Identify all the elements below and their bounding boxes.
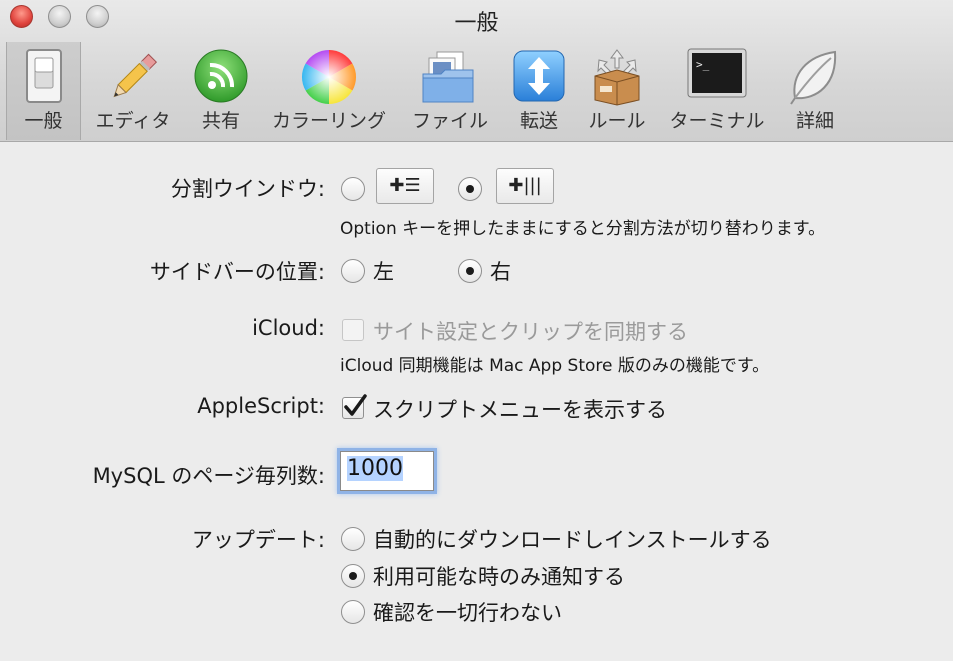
update-notify-only-radio[interactable] bbox=[341, 564, 365, 588]
split-window-note: Option キーを押したままにすると分割方法が切り替わります。 bbox=[340, 219, 826, 239]
icloud-note: iCloud 同期機能は Mac App Store 版のみの機能です。 bbox=[340, 356, 770, 376]
sidebar-position-label: サイドバーの位置: bbox=[149, 260, 325, 284]
checkmark-icon bbox=[344, 394, 367, 416]
rules-box-icon bbox=[594, 49, 640, 106]
update-notify-only-label: 利用可能な時のみ通知する bbox=[373, 565, 625, 589]
switch-icon bbox=[25, 49, 62, 103]
split-horizontal-button[interactable]: ✚☰ bbox=[376, 168, 434, 204]
update-never-check-label: 確認を一切行わない bbox=[373, 601, 562, 625]
mysql-rows-label: MySQL のページ毎列数: bbox=[92, 464, 325, 488]
transfer-icon bbox=[513, 50, 565, 102]
toolbar-item-general[interactable]: 一般 bbox=[6, 42, 81, 140]
applescript-menu-label: スクリプトメニューを表示する bbox=[373, 398, 667, 422]
toolbar-item-label: 詳細 bbox=[795, 110, 834, 132]
toolbar-item-label: 一般 bbox=[24, 110, 63, 132]
files-icon bbox=[422, 51, 474, 103]
window-toolbar: 一般 一般 エディタ 共有 カラーリング ファイル 転送 ルール >_ ターミナ… bbox=[0, 0, 953, 142]
icloud-sync-label: サイト設定とクリップを同期する bbox=[373, 320, 688, 344]
toolbar-item-files[interactable]: ファイル bbox=[406, 42, 494, 140]
icloud-sync-checkbox[interactable] bbox=[342, 319, 364, 341]
sharing-icon bbox=[194, 49, 248, 103]
icloud-label: iCloud: bbox=[252, 316, 325, 340]
update-never-check-radio[interactable] bbox=[341, 600, 365, 624]
applescript-label: AppleScript: bbox=[197, 394, 325, 418]
split-vertical-radio[interactable] bbox=[458, 177, 482, 201]
split-window-label: 分割ウインドウ: bbox=[170, 177, 325, 201]
toolbar-item-label: 転送 bbox=[519, 110, 558, 132]
sidebar-right-label: 右 bbox=[490, 260, 511, 284]
update-label: アップデート: bbox=[191, 528, 325, 552]
sidebar-left-label: 左 bbox=[373, 260, 394, 284]
color-wheel-icon bbox=[301, 49, 357, 105]
terminal-icon: >_ bbox=[687, 48, 747, 98]
toolbar-item-label: カラーリング bbox=[271, 110, 386, 132]
toolbar-item-rules[interactable]: ルール bbox=[580, 42, 654, 140]
toolbar-item-advanced[interactable]: 詳細 bbox=[782, 42, 848, 140]
applescript-menu-checkbox[interactable] bbox=[342, 394, 367, 419]
sidebar-left-radio[interactable] bbox=[341, 259, 365, 283]
toolbar-item-label: 共有 bbox=[201, 110, 240, 132]
toolbar-item-label: ファイル bbox=[411, 110, 488, 132]
sidebar-right-radio[interactable] bbox=[458, 259, 482, 283]
update-auto-install-radio[interactable] bbox=[341, 527, 365, 551]
pencil-icon bbox=[113, 53, 158, 98]
toolbar-item-label: ターミナル bbox=[669, 110, 765, 132]
mysql-rows-value: 1000 bbox=[347, 456, 403, 481]
toolbar-item-label: ルール bbox=[588, 110, 646, 132]
split-vertical-button[interactable]: ✚||| bbox=[496, 168, 554, 204]
split-horizontal-radio[interactable] bbox=[341, 177, 365, 201]
toolbar-item-editor[interactable]: エディタ bbox=[86, 42, 180, 140]
toolbar-item-terminal[interactable]: >_ ターミナル bbox=[662, 42, 772, 140]
mysql-rows-input[interactable]: 1000 bbox=[340, 451, 434, 491]
svg-text:>_: >_ bbox=[696, 58, 710, 71]
window-title: 一般 bbox=[454, 11, 499, 36]
toolbar-item-transfer[interactable]: 転送 bbox=[502, 42, 576, 140]
toolbar-item-coloring[interactable]: カラーリング bbox=[264, 42, 394, 140]
leaf-icon bbox=[790, 50, 837, 105]
update-auto-install-label: 自動的にダウンロードしインストールする bbox=[373, 528, 772, 552]
toolbar-item-label: エディタ bbox=[95, 110, 171, 132]
toolbar-item-sharing[interactable]: 共有 bbox=[186, 42, 256, 140]
